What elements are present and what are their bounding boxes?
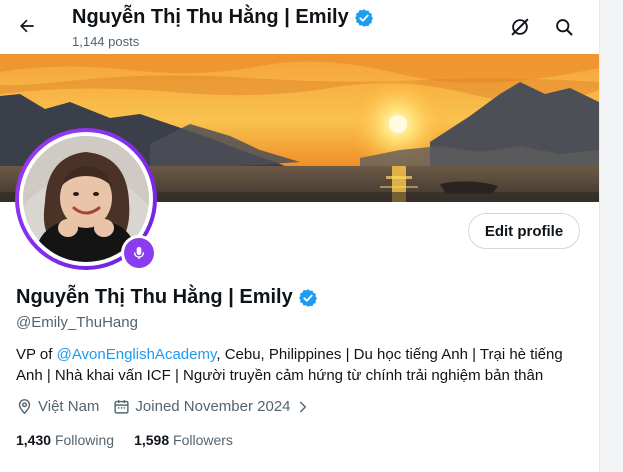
verified-badge-icon[interactable]: [298, 288, 318, 308]
profile-bio: VP of @AvonEnglishAcademy, Cebu, Philipp…: [16, 344, 586, 386]
bio-prefix: VP of: [16, 346, 57, 363]
back-button[interactable]: [10, 9, 44, 43]
bio-mention-link[interactable]: @AvonEnglishAcademy: [57, 346, 217, 363]
post-count: 1,144 posts: [72, 34, 140, 49]
verified-badge-icon: [354, 8, 373, 27]
location-item: Việt Nam: [16, 398, 99, 415]
following-count: 1,430: [16, 432, 52, 448]
back-arrow-icon: [20, 19, 34, 33]
user-handle: @Emily_ThuHang: [16, 314, 138, 331]
following-link[interactable]: 1,430 Following: [16, 432, 114, 448]
followers-label: Followers: [173, 432, 233, 448]
grok-button[interactable]: [506, 13, 534, 41]
microphone-icon: [134, 247, 144, 259]
followers-count: 1,598: [134, 432, 170, 448]
location-text: Việt Nam: [38, 398, 100, 415]
chevron-right-icon: [299, 401, 306, 412]
display-name: Nguyễn Thị Thu Hằng | Emily: [16, 286, 293, 308]
edit-profile-button[interactable]: Edit profile: [468, 213, 580, 249]
header-name: Nguyễn Thị Thu Hằng | Emily: [72, 6, 349, 28]
top-bar: Nguyễn Thị Thu Hằng | Emily 1,144 posts: [0, 0, 599, 54]
followers-link[interactable]: 1,598 Followers: [134, 432, 233, 448]
joined-text: Joined November 2024: [135, 398, 291, 415]
search-button[interactable]: [550, 13, 578, 41]
search-icon: [556, 19, 573, 36]
profile-name: Nguyễn Thị Thu Hằng | Emily: [16, 286, 318, 309]
joined-item[interactable]: Joined November 2024: [113, 398, 309, 415]
location-pin-icon: [18, 399, 31, 415]
audio-space-badge[interactable]: [121, 235, 157, 271]
following-label: Following: [54, 432, 115, 448]
follow-stats: 1,430 Following 1,598 Followers: [16, 432, 233, 448]
profile-meta: Việt Nam Joined November 2024: [16, 398, 324, 415]
header-title: Nguyễn Thị Thu Hằng | Emily: [72, 6, 374, 29]
calendar-icon: [114, 400, 130, 414]
grok-slash-icon: [511, 18, 529, 36]
profile-column: Nguyễn Thị Thu Hằng | Emily 1,144 posts: [0, 0, 600, 472]
